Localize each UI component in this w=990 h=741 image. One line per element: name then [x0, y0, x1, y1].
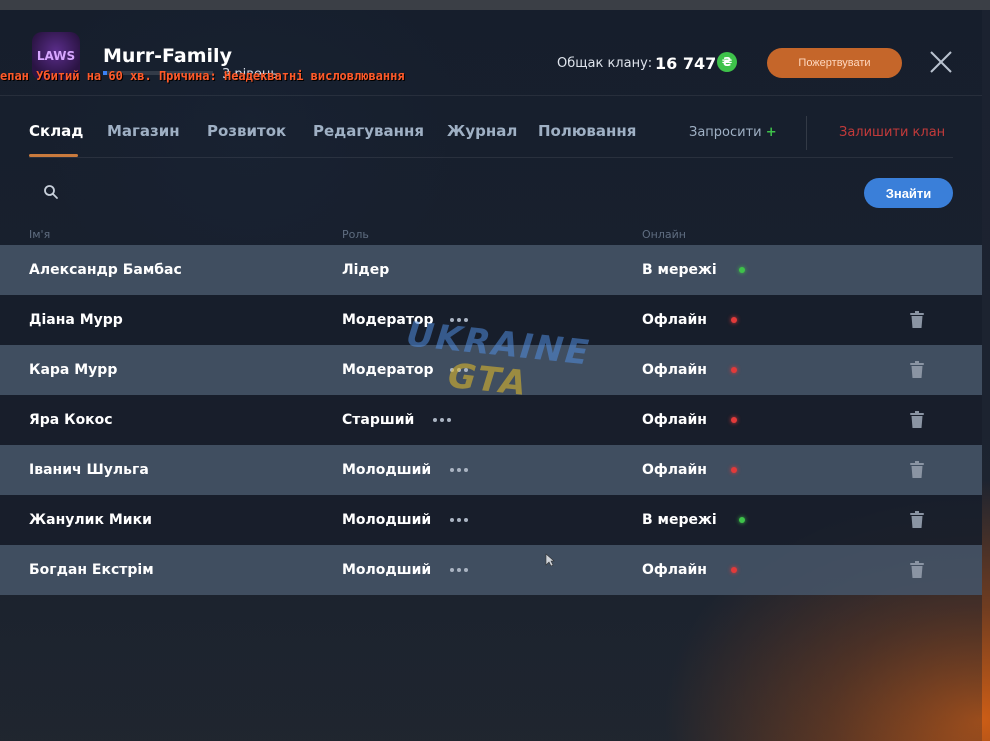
- member-status: Офлайн: [642, 562, 707, 578]
- member-name: Кара Мурр: [29, 362, 118, 378]
- search-icon: [44, 185, 58, 199]
- offline-indicator-icon: [731, 317, 737, 323]
- table-row[interactable]: Жанулик Мики Молодший В мережі: [0, 495, 982, 545]
- close-icon[interactable]: [928, 49, 954, 75]
- tab-rozvytok[interactable]: Розвиток: [207, 122, 286, 140]
- member-role: Молодший: [342, 462, 432, 478]
- tab-sklad[interactable]: Склад: [29, 122, 83, 140]
- member-status: Офлайн: [642, 312, 707, 328]
- donate-button[interactable]: Пожертвувати: [767, 48, 902, 78]
- offline-indicator-icon: [731, 567, 737, 573]
- member-status: В мережі: [642, 512, 717, 528]
- table-row[interactable]: Діана Мурр Модератор Офлайн: [0, 295, 982, 345]
- actions-divider: [806, 116, 807, 150]
- members-table: Александр Бамбас Лідер В мережі Діана Мурр М…: [0, 245, 982, 595]
- balance-label: Общак клану:: [557, 56, 653, 71]
- chat-ban-message: епан Убитий на 60 хв. Причина: Неадекват…: [0, 69, 405, 83]
- more-options-icon[interactable]: [433, 418, 453, 422]
- offline-indicator-icon: [731, 467, 737, 473]
- tab-zhurnal[interactable]: Журнал: [447, 122, 517, 140]
- tab-poliuvannia[interactable]: Полювання: [538, 122, 636, 140]
- trash-icon[interactable]: [909, 561, 925, 579]
- trash-icon[interactable]: [909, 461, 925, 479]
- member-role: Модератор: [342, 312, 434, 328]
- member-name: Жанулик Мики: [29, 512, 152, 528]
- top-strip: [0, 0, 990, 10]
- search-input[interactable]: [68, 179, 848, 207]
- member-status: Офлайн: [642, 412, 707, 428]
- member-name: Іванич Шульга: [29, 462, 149, 478]
- trash-icon[interactable]: [909, 311, 925, 329]
- clan-header: LAWS Murr-Family 3 рівень Общак клану: 1…: [0, 10, 982, 96]
- member-status: В мережі: [642, 262, 717, 278]
- clan-logo-text: LAWS: [36, 49, 76, 63]
- leave-clan-button[interactable]: Залишити клан: [839, 125, 945, 140]
- more-options-icon[interactable]: [450, 368, 470, 372]
- coin-icon: ₴: [717, 52, 737, 72]
- more-options-icon[interactable]: [450, 568, 470, 572]
- more-options-icon[interactable]: [450, 468, 470, 472]
- table-row[interactable]: Кара Мурр Модератор Офлайн: [0, 345, 982, 395]
- tab-redaguvannia[interactable]: Редагування: [313, 122, 424, 140]
- trash-icon[interactable]: [909, 361, 925, 379]
- clan-tabs: Склад Магазин Розвиток Редагування Журна…: [0, 96, 982, 158]
- member-status: Офлайн: [642, 462, 707, 478]
- member-name: Яра Кокос: [29, 412, 113, 428]
- invite-button[interactable]: Запросити +: [689, 125, 777, 140]
- member-name: Діана Мурр: [29, 312, 123, 328]
- member-name: Богдан Екстрім: [29, 562, 154, 578]
- online-indicator-icon: [739, 517, 745, 523]
- more-options-icon[interactable]: [450, 318, 470, 322]
- table-row[interactable]: Яра Кокос Старший Офлайн: [0, 395, 982, 445]
- tab-magazyn[interactable]: Магазин: [107, 122, 180, 140]
- online-indicator-icon: [739, 267, 745, 273]
- plus-icon: +: [765, 125, 777, 140]
- member-name: Александр Бамбас: [29, 262, 182, 278]
- balance-value: 16 747: [655, 54, 717, 73]
- member-role: Старший: [342, 412, 415, 428]
- member-role: Модератор: [342, 362, 434, 378]
- offline-indicator-icon: [731, 367, 737, 373]
- table-row[interactable]: Богдан Екстрім Молодший Офлайн: [0, 545, 982, 595]
- clan-name: Murr-Family: [103, 45, 232, 67]
- trash-icon[interactable]: [909, 511, 925, 529]
- offline-indicator-icon: [731, 417, 737, 423]
- member-role: Молодший: [342, 512, 432, 528]
- table-row[interactable]: Александр Бамбас Лідер В мережі: [0, 245, 982, 295]
- member-role: Молодший: [342, 562, 432, 578]
- more-options-icon[interactable]: [450, 518, 470, 522]
- member-role: Лідер: [342, 262, 390, 278]
- tabs-divider: [29, 157, 953, 158]
- column-header-online: Онлайн: [642, 228, 686, 241]
- find-button[interactable]: Знайти: [864, 178, 953, 208]
- member-status: Офлайн: [642, 362, 707, 378]
- column-header-role: Роль: [342, 228, 369, 241]
- invite-label: Запросити: [689, 125, 762, 140]
- column-header-name: Ім'я: [29, 228, 51, 241]
- mouse-cursor-icon: [545, 553, 555, 567]
- trash-icon[interactable]: [909, 411, 925, 429]
- table-row[interactable]: Іванич Шульга Молодший Офлайн: [0, 445, 982, 495]
